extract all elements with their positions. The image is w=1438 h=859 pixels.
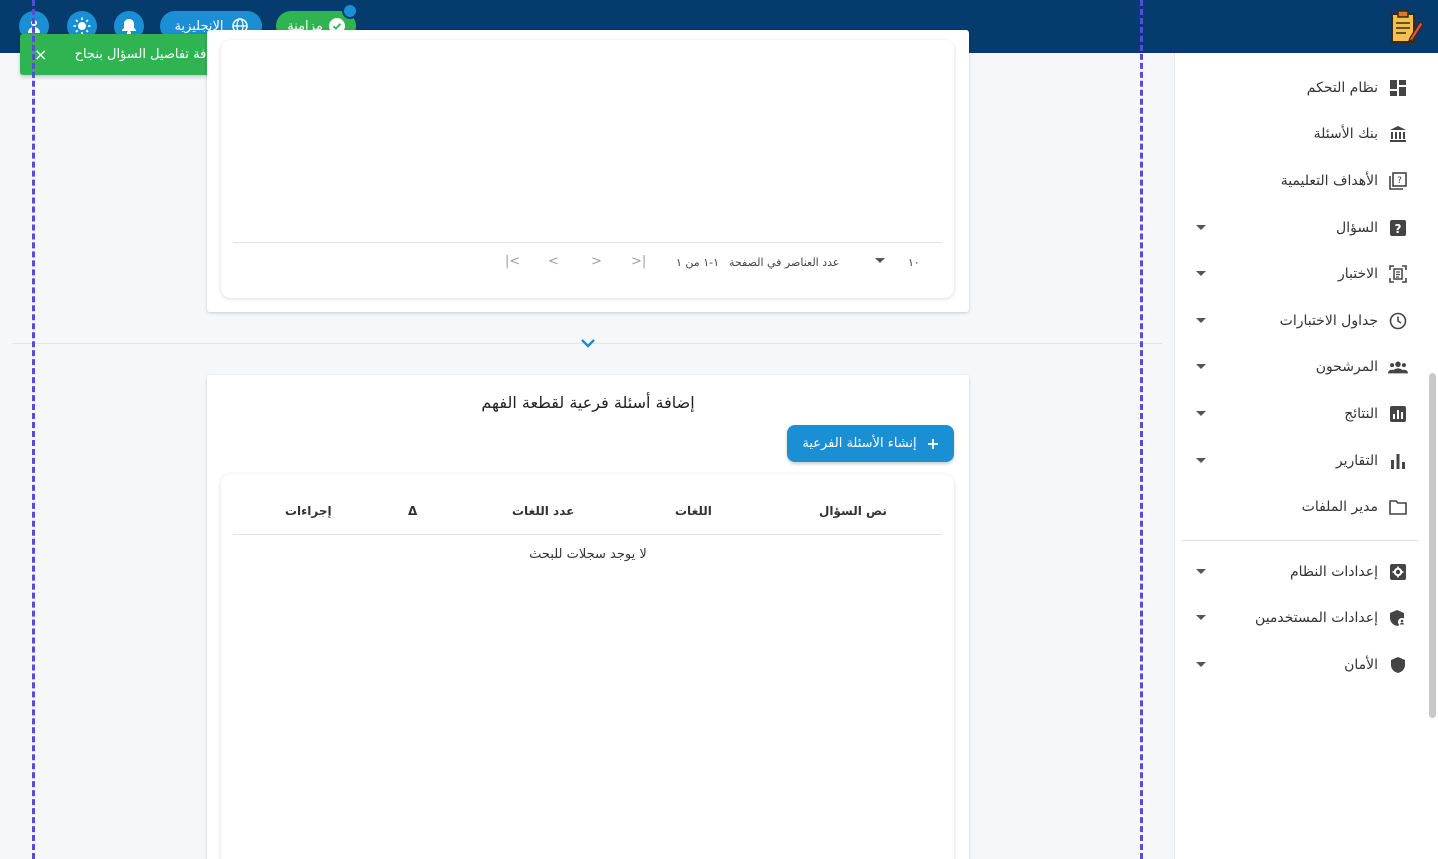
sidebar-item-question-bank[interactable]: بنك الأسئلة <box>1198 122 1408 146</box>
chevron-down-icon[interactable] <box>1196 569 1206 574</box>
chevron-down-icon[interactable] <box>579 336 597 350</box>
chevron-down-icon[interactable] <box>1196 458 1206 463</box>
sidebar-item-label: النتائج <box>1344 406 1378 422</box>
sidebar-item-label: السؤال <box>1336 220 1378 236</box>
sidebar: نظام التحكم بنك الأسئلة الأهداف التعليمي… <box>1174 53 1438 859</box>
bank-icon <box>1388 124 1408 144</box>
sidebar-item-user-settings[interactable]: إعدادات المستخدمين <box>1196 606 1408 630</box>
sidebar-item-system-settings[interactable]: إعدادات النظام <box>1196 560 1408 584</box>
shield-icon <box>1388 655 1408 675</box>
chevron-down-icon[interactable] <box>1196 662 1206 667</box>
chevron-down-icon[interactable] <box>1196 615 1206 620</box>
per-page-select[interactable]: ١٠ <box>908 256 920 269</box>
table-footer-divider <box>233 242 942 243</box>
settings-icon <box>1388 562 1408 582</box>
people-icon <box>1388 357 1408 377</box>
svg-text:?: ? <box>1397 176 1402 186</box>
chevron-down-icon[interactable] <box>1196 364 1206 369</box>
create-subquestions-button[interactable]: إنشاء الأسئلة الفرعية <box>787 425 954 462</box>
create-subquestions-label: إنشاء الأسئلة الفرعية <box>802 436 917 451</box>
sidebar-item-label: الأمان <box>1344 657 1378 673</box>
sidebar-scrollbar[interactable] <box>1429 373 1436 718</box>
sidebar-item-exam[interactable]: الاختبار <box>1196 262 1408 286</box>
sidebar-item-results[interactable]: النتائج <box>1196 402 1408 426</box>
subquestions-title: إضافة أسئلة فرعية لقطعة الفهم <box>481 393 695 412</box>
bell-icon <box>122 18 136 35</box>
chevron-down-icon[interactable] <box>1196 271 1206 276</box>
sidebar-item-label: الأهداف التعليمية <box>1280 173 1378 189</box>
sidebar-item-label: إعدادات المستخدمين <box>1255 610 1378 626</box>
results-chart-icon <box>1388 404 1408 424</box>
column-header-language-count[interactable]: عدد اللغات <box>512 504 574 518</box>
sidebar-item-dashboard[interactable]: نظام التحكم <box>1198 76 1408 100</box>
sun-icon <box>73 17 91 35</box>
toast-close-button[interactable]: × <box>34 45 54 64</box>
svg-text:?: ? <box>1395 222 1402 236</box>
sidebar-item-label: نظام التحكم <box>1306 80 1378 96</box>
sidebar-item-label: الاختبار <box>1337 266 1378 282</box>
sidebar-item-label: إعدادات النظام <box>1289 564 1378 580</box>
guide-line-left <box>32 0 35 859</box>
column-header-delta[interactable]: Δ <box>408 504 417 518</box>
chevron-down-icon[interactable] <box>1196 318 1206 323</box>
sidebar-item-file-manager[interactable]: مدير الملفات <box>1198 495 1408 519</box>
sidebar-item-learning-goals[interactable]: الأهداف التعليمية ? <box>1198 169 1408 193</box>
chevron-down-icon[interactable] <box>1196 225 1206 230</box>
app-logo <box>1391 10 1424 43</box>
exam-icon <box>1388 264 1408 284</box>
sidebar-divider <box>1182 540 1418 541</box>
sidebar-item-question[interactable]: السؤال ? <box>1196 216 1408 240</box>
table-header-divider <box>233 534 942 535</box>
sidebar-item-label: جداول الاختبارات <box>1279 313 1378 329</box>
column-header-languages[interactable]: اللغات <box>675 504 712 518</box>
subquestions-table-panel <box>221 474 954 859</box>
sidebar-item-security[interactable]: الأمان <box>1196 653 1408 677</box>
last-page-icon[interactable]: >| <box>631 254 646 269</box>
previous-page-icon[interactable]: < <box>548 254 559 269</box>
user-shield-icon <box>1388 608 1408 628</box>
learning-goals-icon: ? <box>1388 171 1408 191</box>
sidebar-item-reports[interactable]: التقارير <box>1196 449 1408 473</box>
per-page-label: عدد العناصر في الصفحة <box>729 256 840 269</box>
bar-chart-icon <box>1388 451 1408 471</box>
per-page-caret-icon[interactable] <box>875 258 885 263</box>
empty-table-message: لا يوجد سجلات للبحث <box>529 547 647 562</box>
column-header-question-text[interactable]: نص السؤال <box>819 504 887 518</box>
details-table-panel <box>221 40 954 298</box>
chevron-down-icon[interactable] <box>1196 411 1206 416</box>
clock-icon <box>1388 311 1408 331</box>
column-header-actions[interactable]: إجراءات <box>285 504 332 518</box>
dashboard-icon <box>1388 78 1408 98</box>
sync-status-dot <box>342 3 358 19</box>
guide-line-right <box>1140 0 1143 859</box>
question-icon: ? <box>1388 218 1408 238</box>
sidebar-item-candidates[interactable]: المرشحون <box>1196 355 1408 379</box>
sidebar-item-label: مدير الملفات <box>1301 499 1378 515</box>
pagination-range: ١-١ من ١ <box>676 256 720 269</box>
sidebar-item-label: المرشحون <box>1315 359 1378 375</box>
first-page-icon[interactable]: |< <box>505 254 520 269</box>
folder-icon <box>1388 497 1408 517</box>
sidebar-item-label: بنك الأسئلة <box>1313 126 1378 142</box>
sidebar-item-exam-schedules[interactable]: جداول الاختبارات <box>1196 309 1408 333</box>
sidebar-item-label: التقارير <box>1335 453 1378 469</box>
next-page-icon[interactable]: > <box>591 254 602 269</box>
plus-icon <box>927 438 938 449</box>
